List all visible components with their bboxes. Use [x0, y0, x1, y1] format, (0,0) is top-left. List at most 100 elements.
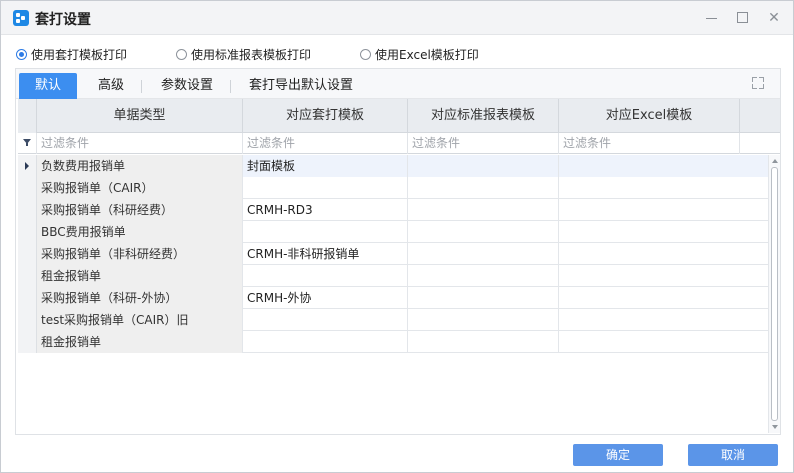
tab-bar: 默认 高级 参数设置 套打导出默认设置: [16, 69, 780, 99]
cell-standard-template[interactable]: [408, 221, 559, 243]
cell-overlay-template[interactable]: [243, 309, 408, 331]
cell-standard-template[interactable]: [408, 287, 559, 309]
cell-doc-type: 负数费用报销单: [37, 155, 243, 177]
minimize-icon[interactable]: [703, 9, 721, 27]
close-icon[interactable]: ✕: [765, 9, 783, 27]
cell-excel-template[interactable]: [559, 199, 770, 221]
table-row[interactable]: 采购报销单（科研经费） CRMH-RD3: [18, 199, 770, 221]
row-header[interactable]: [18, 177, 37, 199]
cell-excel-template[interactable]: [559, 243, 770, 265]
radio-label: 使用Excel模板打印: [375, 47, 479, 62]
row-header[interactable]: [18, 309, 37, 331]
filter-input-excel-template[interactable]: 过滤条件: [559, 133, 740, 154]
filter-input-standard-template[interactable]: 过滤条件: [408, 133, 559, 154]
row-header[interactable]: [18, 331, 37, 353]
scroll-up-icon[interactable]: [772, 159, 778, 163]
tab-export-defaults[interactable]: 套打导出默认设置: [236, 73, 366, 99]
column-header-excel-template[interactable]: 对应Excel模板: [559, 99, 740, 133]
row-header[interactable]: [18, 199, 37, 221]
title-bar: 套打设置 ✕: [1, 1, 793, 35]
radio-label: 使用标准报表模板打印: [191, 47, 312, 62]
cell-doc-type: 采购报销单（科研经费）: [37, 199, 243, 221]
cell-doc-type: 租金报销单: [37, 265, 243, 287]
table-row[interactable]: 采购报销单（科研-外协） CRMH-外协: [18, 287, 770, 309]
filter-input-doc-type[interactable]: 过滤条件: [37, 133, 243, 154]
radio-use-excel-template[interactable]: 使用Excel模板打印: [360, 45, 479, 63]
radio-use-overlay-template[interactable]: 使用套打模板打印: [16, 45, 127, 63]
cell-excel-template[interactable]: [559, 309, 770, 331]
radio-label: 使用套打模板打印: [31, 47, 128, 62]
radio-dot-icon: [360, 48, 371, 60]
radio-dot-icon: [16, 48, 27, 60]
app-icon: [13, 10, 29, 26]
row-header[interactable]: [18, 243, 37, 265]
cell-excel-template[interactable]: [559, 177, 770, 199]
print-settings-dialog: 套打设置 ✕ 使用套打模板打印 使用标准报表模板打印 使用Excel模板打印 默…: [0, 0, 794, 473]
filter-icon-cell: [18, 133, 37, 154]
column-header-doc-type[interactable]: 单据类型: [37, 99, 243, 133]
row-header[interactable]: [18, 221, 37, 243]
cell-standard-template[interactable]: [408, 243, 559, 265]
cell-excel-template[interactable]: [559, 265, 770, 287]
cell-excel-template[interactable]: [559, 155, 770, 177]
cell-excel-template[interactable]: [559, 287, 770, 309]
filter-row: 过滤条件 过滤条件 过滤条件 过滤条件: [18, 133, 780, 154]
table-row[interactable]: 采购报销单（CAIR）: [18, 177, 770, 199]
radio-use-standard-report-template[interactable]: 使用标准报表模板打印: [176, 45, 311, 63]
tab-advanced[interactable]: 高级: [86, 73, 136, 99]
cell-standard-template[interactable]: [408, 199, 559, 221]
print-mode-radio-group: 使用套打模板打印 使用标准报表模板打印 使用Excel模板打印: [16, 45, 716, 63]
current-row-indicator-icon: [25, 162, 29, 170]
row-header-corner: [18, 99, 37, 133]
maximize-icon[interactable]: [734, 9, 752, 27]
cell-doc-type: 采购报销单（非科研经费）: [37, 243, 243, 265]
table-row[interactable]: 负数费用报销单 封面模板: [18, 155, 770, 177]
filter-input-overlay-template[interactable]: 过滤条件: [243, 133, 408, 154]
cancel-button[interactable]: 取消: [688, 444, 778, 466]
tab-divider: [141, 80, 142, 93]
grid-header: 单据类型 对应套打模板 对应标准报表模板 对应Excel模板: [18, 99, 780, 133]
cell-standard-template[interactable]: [408, 309, 559, 331]
tab-parameters[interactable]: 参数设置: [147, 73, 227, 99]
row-header[interactable]: [18, 287, 37, 309]
row-header[interactable]: [18, 155, 37, 177]
cell-overlay-template[interactable]: [243, 265, 408, 287]
cell-overlay-template[interactable]: CRMH-非科研报销单: [243, 243, 408, 265]
table-row[interactable]: BBC费用报销单: [18, 221, 770, 243]
cell-doc-type: 租金报销单: [37, 331, 243, 353]
cell-doc-type: BBC费用报销单: [37, 221, 243, 243]
cell-overlay-template[interactable]: 封面模板: [243, 155, 408, 177]
cell-overlay-template[interactable]: [243, 177, 408, 199]
scrollbar-thumb[interactable]: [771, 167, 778, 421]
cell-overlay-template[interactable]: CRMH-RD3: [243, 199, 408, 221]
cell-excel-template[interactable]: [559, 331, 770, 353]
cell-excel-template[interactable]: [559, 221, 770, 243]
column-header-overlay-template[interactable]: 对应套打模板: [243, 99, 408, 133]
cell-overlay-template[interactable]: [243, 221, 408, 243]
table-row[interactable]: 租金报销单: [18, 331, 770, 353]
cell-doc-type: 采购报销单（CAIR）: [37, 177, 243, 199]
expand-icon[interactable]: [750, 75, 766, 91]
vertical-scrollbar[interactable]: [768, 155, 780, 433]
dialog-title: 套打设置: [35, 12, 91, 28]
table-row[interactable]: 租金报销单: [18, 265, 770, 287]
ok-button[interactable]: 确定: [573, 444, 663, 466]
radio-dot-icon: [176, 48, 187, 60]
template-grid: 单据类型 对应套打模板 对应标准报表模板 对应Excel模板 过滤条件 过滤条件…: [18, 99, 780, 433]
cell-doc-type: 采购报销单（科研-外协）: [37, 287, 243, 309]
scroll-down-icon[interactable]: [772, 425, 778, 429]
column-header-standard-template[interactable]: 对应标准报表模板: [408, 99, 559, 133]
cell-standard-template[interactable]: [408, 177, 559, 199]
cell-standard-template[interactable]: [408, 265, 559, 287]
tab-panel: 默认 高级 参数设置 套打导出默认设置 单据类型 对应套打模板 对应标准报表模板…: [15, 68, 781, 435]
cell-overlay-template[interactable]: CRMH-外协: [243, 287, 408, 309]
cell-doc-type: test采购报销单（CAIR）旧: [37, 309, 243, 331]
tab-default[interactable]: 默认: [19, 73, 77, 99]
cell-standard-template[interactable]: [408, 331, 559, 353]
cell-overlay-template[interactable]: [243, 331, 408, 353]
table-row[interactable]: 采购报销单（非科研经费） CRMH-非科研报销单: [18, 243, 770, 265]
cell-standard-template[interactable]: [408, 155, 559, 177]
table-row[interactable]: test采购报销单（CAIR）旧: [18, 309, 770, 331]
tab-divider: [230, 80, 231, 93]
row-header[interactable]: [18, 265, 37, 287]
